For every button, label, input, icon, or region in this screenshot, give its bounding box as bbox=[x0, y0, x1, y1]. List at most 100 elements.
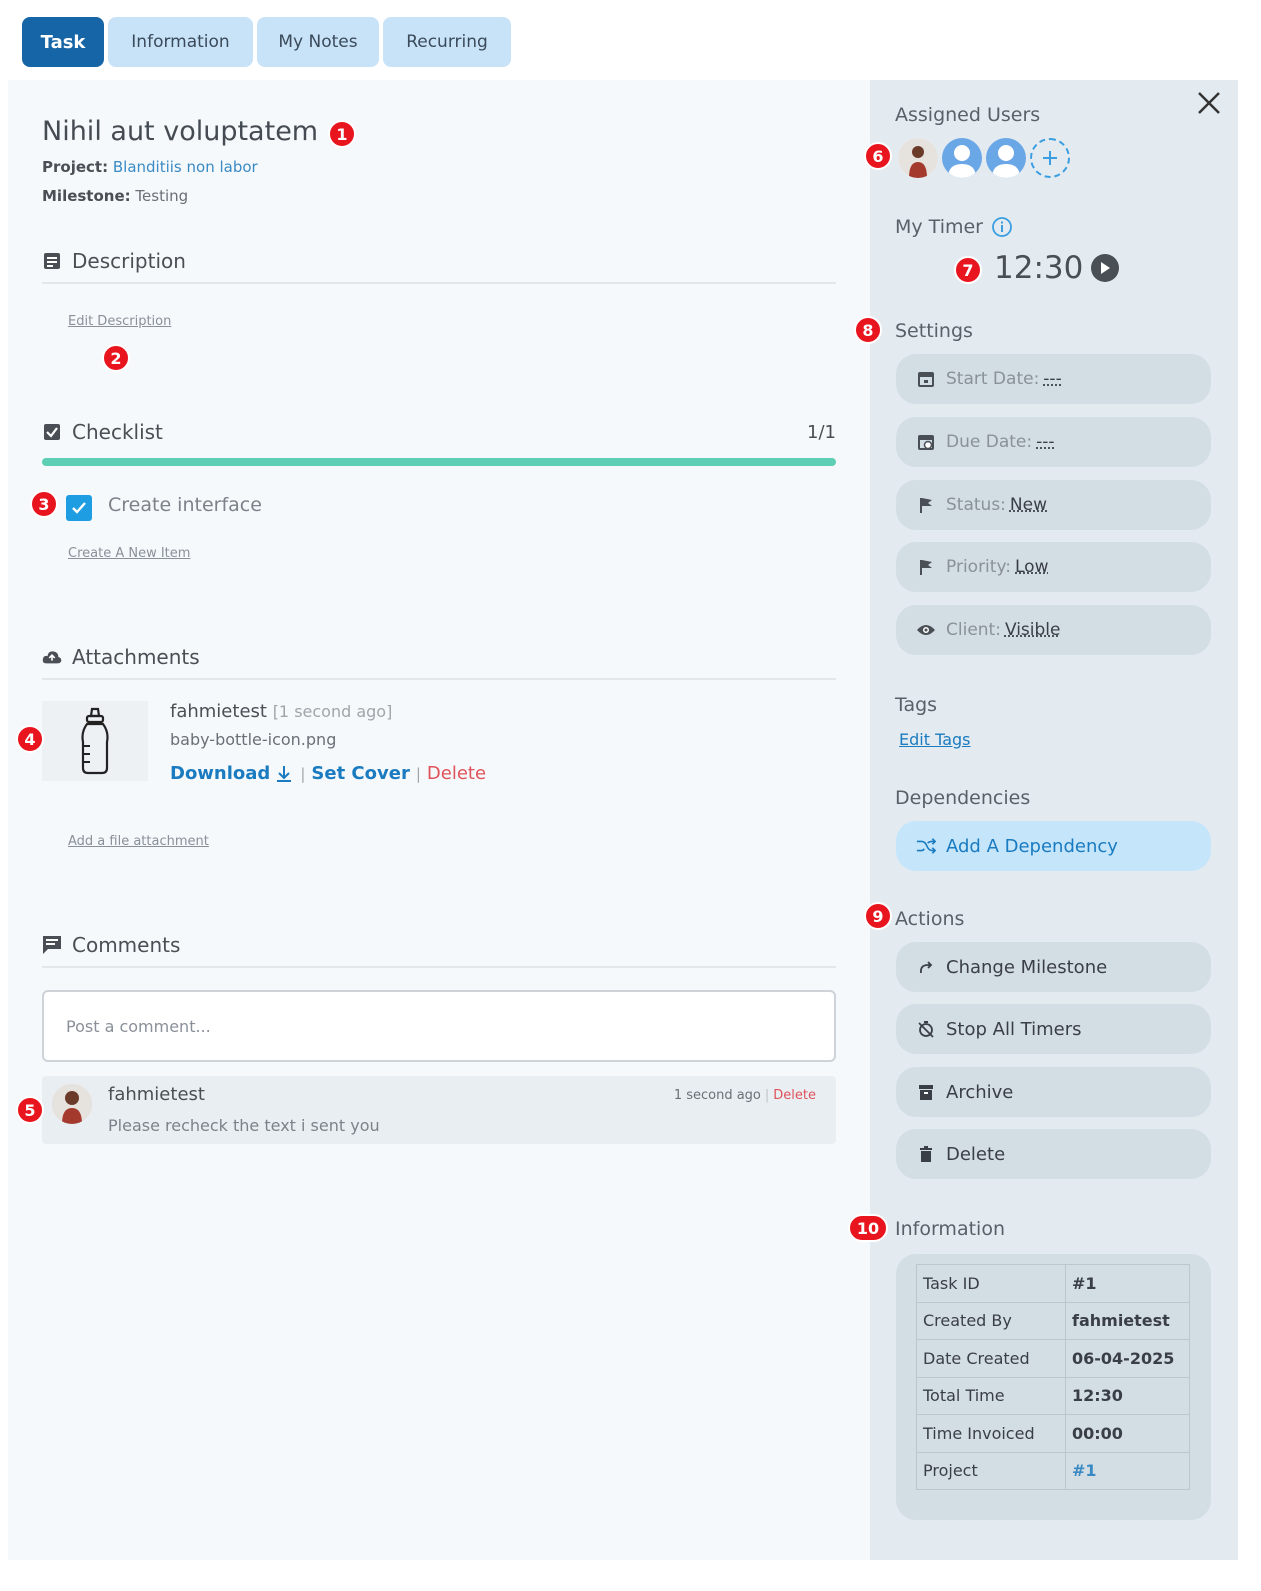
info-label: Task ID bbox=[916, 1264, 1066, 1303]
client-label: Client: bbox=[946, 620, 1001, 640]
attachment-thumbnail[interactable] bbox=[42, 701, 148, 781]
info-value: fahmietest bbox=[1065, 1301, 1190, 1340]
comment-meta: 1 second ago | Delete bbox=[674, 1088, 816, 1103]
information-table: Task ID #1 Created By fahmietest Date Crea… bbox=[916, 1264, 1190, 1490]
attachment-username: fahmietest bbox=[170, 701, 267, 722]
download-icon[interactable] bbox=[274, 764, 294, 784]
download-link[interactable]: Download bbox=[170, 763, 270, 784]
stop-all-timers-button[interactable]: Stop All Timers bbox=[896, 1004, 1211, 1054]
edit-description-link[interactable]: Edit Description bbox=[68, 314, 171, 329]
milestone-label: Milestone: bbox=[42, 187, 131, 205]
project-id-link[interactable]: #1 bbox=[1065, 1451, 1190, 1490]
cloud-upload-icon bbox=[42, 647, 62, 667]
avatar[interactable] bbox=[986, 138, 1026, 178]
tab-information[interactable]: Information bbox=[108, 17, 253, 67]
project-label: Project: bbox=[42, 158, 109, 176]
user-icon bbox=[992, 145, 1020, 178]
shuffle-icon bbox=[916, 836, 936, 856]
info-value: #1 bbox=[1065, 1264, 1190, 1303]
information-heading: Information bbox=[895, 1218, 1005, 1240]
change-milestone-button[interactable]: Change Milestone bbox=[896, 942, 1211, 992]
checklist-count: 1/1 bbox=[807, 421, 836, 443]
info-label: Time Invoiced bbox=[916, 1414, 1066, 1453]
set-cover-link[interactable]: Set Cover bbox=[311, 763, 409, 784]
add-file-attachment-link[interactable]: Add a file attachment bbox=[68, 834, 209, 849]
settings-heading: Settings bbox=[895, 320, 973, 342]
timer-off-icon bbox=[916, 1019, 936, 1039]
dependencies-heading: Dependencies bbox=[895, 787, 1031, 809]
priority-value[interactable]: Low bbox=[1015, 557, 1048, 577]
flag-icon bbox=[916, 495, 936, 515]
play-icon[interactable] bbox=[1091, 254, 1120, 282]
checklist-heading: Checklist bbox=[72, 420, 163, 444]
check-icon bbox=[72, 502, 86, 514]
timer-display: 12:30 bbox=[994, 250, 1120, 286]
checklist-progress-bar bbox=[42, 458, 836, 466]
task-sidebar: Assigned Users My Timer 12:30 Settings S… bbox=[848, 80, 1238, 1560]
project-link[interactable]: Blanditiis non labor bbox=[113, 158, 258, 176]
status-value[interactable]: New bbox=[1010, 495, 1047, 515]
status-setting[interactable]: Status: New bbox=[896, 480, 1211, 530]
avatar[interactable] bbox=[898, 138, 938, 178]
information-card: Task ID #1 Created By fahmietest Date Crea… bbox=[896, 1254, 1211, 1520]
priority-setting[interactable]: Priority: Low bbox=[896, 542, 1211, 592]
description-icon bbox=[42, 251, 62, 271]
separator: | bbox=[415, 764, 421, 783]
user-icon bbox=[948, 145, 976, 178]
tab-my-notes[interactable]: My Notes bbox=[257, 17, 379, 67]
comments-heading: Comments bbox=[72, 933, 181, 957]
close-icon[interactable] bbox=[1194, 88, 1224, 118]
eye-icon bbox=[916, 620, 936, 640]
annotation-badge-4: 4 bbox=[16, 725, 44, 753]
assigned-users-list bbox=[898, 138, 1070, 178]
tab-task[interactable]: Task bbox=[22, 17, 104, 67]
info-label: Date Created bbox=[916, 1339, 1066, 1378]
delete-task-label: Delete bbox=[946, 1143, 1006, 1165]
create-new-item-link[interactable]: Create A New Item bbox=[68, 546, 190, 561]
archive-icon bbox=[916, 1082, 936, 1102]
flag-icon bbox=[916, 557, 936, 577]
due-date-value[interactable]: --- bbox=[1036, 432, 1054, 452]
add-user-button[interactable] bbox=[1030, 138, 1070, 178]
start-date-value[interactable]: --- bbox=[1043, 369, 1061, 389]
annotation-badge-6: 6 bbox=[864, 142, 892, 170]
description-heading: Description bbox=[72, 249, 186, 273]
due-date-setting[interactable]: Due Date: --- bbox=[896, 417, 1211, 467]
description-header: Description bbox=[42, 240, 836, 284]
due-date-label: Due Date: bbox=[946, 432, 1033, 452]
delete-comment-link[interactable]: Delete bbox=[773, 1088, 816, 1103]
annotation-badge-8: 8 bbox=[854, 316, 882, 344]
comment-time: 1 second ago bbox=[673, 1088, 761, 1103]
info-value: 06-04-2025 bbox=[1065, 1339, 1190, 1378]
start-date-setting[interactable]: Start Date: --- bbox=[896, 354, 1211, 404]
client-visibility-setting[interactable]: Client: Visible bbox=[896, 605, 1211, 655]
task-title: Nihil aut voluptatem bbox=[42, 116, 319, 147]
tab-recurring[interactable]: Recurring bbox=[383, 17, 511, 67]
checkbox-icon bbox=[42, 422, 62, 442]
baby-bottle-icon bbox=[81, 707, 109, 775]
avatar[interactable] bbox=[942, 138, 982, 178]
attachment-filename: baby-bottle-icon.png bbox=[170, 730, 337, 749]
info-icon[interactable] bbox=[991, 216, 1013, 238]
delete-attachment-link[interactable]: Delete bbox=[427, 763, 486, 784]
table-row: Date Created 06-04-2025 bbox=[916, 1339, 1190, 1378]
tags-heading: Tags bbox=[895, 694, 938, 716]
annotation-badge-1: 1 bbox=[328, 120, 356, 148]
comment-input[interactable]: Post a comment... bbox=[42, 990, 836, 1062]
checklist-item-checkbox[interactable] bbox=[66, 495, 92, 521]
trash-icon bbox=[916, 1144, 936, 1164]
attachment-user: fahmietest [1 second ago] bbox=[170, 701, 392, 722]
annotation-badge-9: 9 bbox=[864, 902, 892, 930]
delete-task-button[interactable]: Delete bbox=[896, 1129, 1211, 1179]
client-value[interactable]: Visible bbox=[1005, 620, 1061, 640]
edit-tags-link[interactable]: Edit Tags bbox=[899, 730, 971, 749]
annotation-badge-2: 2 bbox=[102, 344, 130, 372]
checklist-item-label[interactable]: Create interface bbox=[108, 494, 262, 516]
add-dependency-button[interactable]: Add A Dependency bbox=[896, 821, 1211, 871]
archive-button[interactable]: Archive bbox=[896, 1067, 1211, 1117]
plus-icon bbox=[1043, 151, 1057, 165]
priority-label: Priority: bbox=[946, 557, 1011, 577]
info-label: Created By bbox=[916, 1301, 1066, 1340]
annotation-badge-3: 3 bbox=[30, 490, 58, 518]
timer-value: 12:30 bbox=[994, 250, 1084, 286]
